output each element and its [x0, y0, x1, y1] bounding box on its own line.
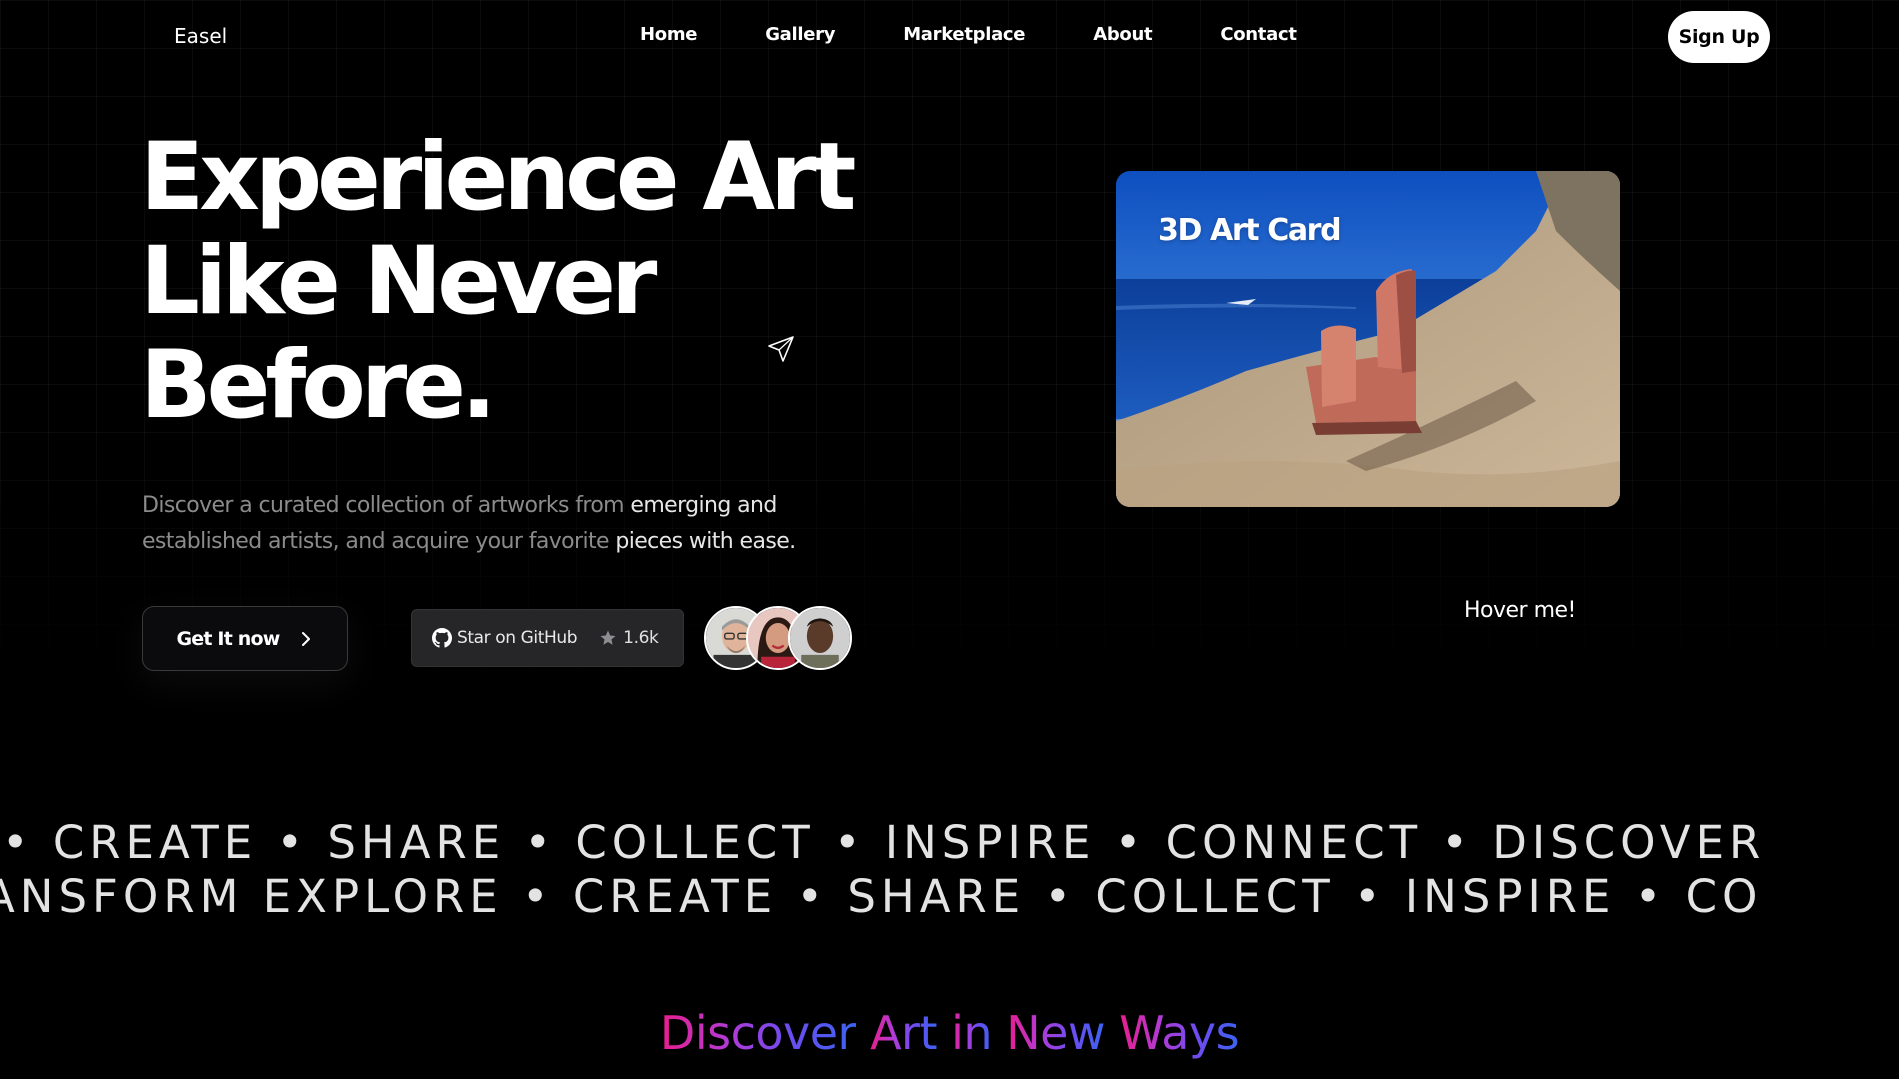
- art-card-title: 3D Art Card: [1158, 213, 1342, 248]
- hero-title: Experience Art Like Never Before.: [140, 126, 860, 438]
- marquee-row-1: • CREATE • SHARE • COLLECT • INSPIRE • C…: [2, 816, 1766, 869]
- hero-title-line-1: Experience Art: [140, 123, 856, 232]
- logo[interactable]: Easel: [174, 24, 227, 48]
- nav-link-gallery[interactable]: Gallery: [765, 24, 835, 45]
- section-title-word: New: [1006, 1006, 1106, 1060]
- sign-up-button[interactable]: Sign Up: [1668, 11, 1770, 63]
- hero-description-part: Discover a curated collection of artwork…: [142, 493, 631, 518]
- hero-description-highlight: emerging and: [630, 493, 777, 518]
- hero-title-line-3: Before.: [140, 331, 497, 440]
- 3d-art-card[interactable]: 3D Art Card: [1116, 171, 1620, 507]
- github-label: Star on GitHub: [457, 628, 578, 648]
- star-on-github-button[interactable]: Star on GitHub 1.6k: [411, 609, 684, 667]
- github-star-count: 1.6k: [623, 628, 659, 648]
- section-title-word: Ways: [1119, 1006, 1240, 1060]
- nav-link-home[interactable]: Home: [640, 24, 698, 45]
- section-title-word: Art: [870, 1006, 937, 1060]
- avatar-group: [704, 606, 854, 670]
- hero-description-highlight: pieces with ease.: [615, 529, 796, 554]
- marquee-row-2: ANSFORM EXPLORE • CREATE • SHARE • COLLE…: [0, 870, 1763, 923]
- hover-hint: Hover me!: [1464, 598, 1576, 623]
- section-title: Discover Art in New Ways: [0, 1006, 1899, 1060]
- nav-links: Home Gallery Marketplace About Contact: [640, 24, 1365, 45]
- avatar[interactable]: [788, 606, 852, 670]
- section-title-word: Discover: [659, 1006, 857, 1060]
- hero-title-line-2: Like Never: [140, 227, 657, 336]
- top-navbar: Easel Home Gallery Marketplace About Con…: [0, 0, 1899, 72]
- chevron-right-icon: [301, 631, 310, 646]
- get-it-now-button[interactable]: Get It now: [142, 606, 348, 671]
- hero-description-part: established artists, and acquire your fa…: [142, 529, 616, 554]
- github-icon: [432, 628, 452, 648]
- hero-description: Discover a curated collection of artwork…: [142, 488, 862, 560]
- nav-link-contact[interactable]: Contact: [1220, 24, 1297, 45]
- nav-link-about[interactable]: About: [1093, 24, 1152, 45]
- cursor-arrow-icon: [766, 334, 796, 364]
- nav-link-marketplace[interactable]: Marketplace: [903, 24, 1025, 45]
- get-it-now-label: Get It now: [176, 627, 280, 650]
- section-title-word: in: [951, 1006, 993, 1060]
- star-icon: [600, 630, 616, 645]
